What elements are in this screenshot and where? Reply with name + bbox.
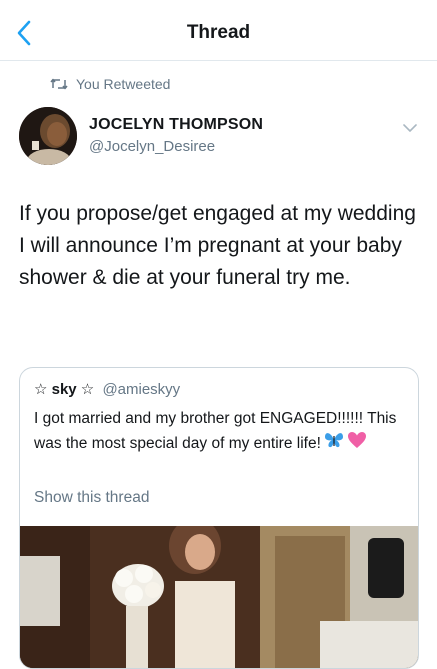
status-bar (0, 0, 437, 8)
page-title: Thread (186, 22, 251, 43)
avatar-photo (19, 107, 77, 165)
retweet-label: You Retweeted (76, 76, 171, 92)
chevron-down-icon (403, 124, 417, 132)
butterfly-icon (323, 431, 345, 457)
quoted-author-handle: @amieskyy (102, 381, 181, 398)
retweet-indicator: You Retweeted (50, 74, 170, 94)
quoted-author-name: ☆ sky ☆ (34, 381, 95, 398)
quoted-tweet[interactable]: ☆ sky ☆ @amieskyy I got married and my b… (19, 367, 419, 669)
show-thread-link[interactable]: Show this thread (34, 489, 149, 507)
nav-bar: Thread (0, 8, 437, 61)
author-handle[interactable]: @Jocelyn_Desiree (89, 138, 215, 155)
retweet-icon (50, 78, 68, 90)
avatar[interactable] (19, 107, 77, 165)
more-options-button[interactable] (400, 120, 420, 136)
heart-icon (347, 431, 367, 457)
author-name[interactable]: JOCELYN THOMPSON (89, 116, 263, 134)
quoted-text-block: I got married and my brother got ENGAGED… (34, 406, 410, 457)
tweet-text: If you propose/get engaged at my wedding… (19, 202, 416, 289)
quoted-header: ☆ sky ☆ @amieskyy (34, 380, 180, 398)
